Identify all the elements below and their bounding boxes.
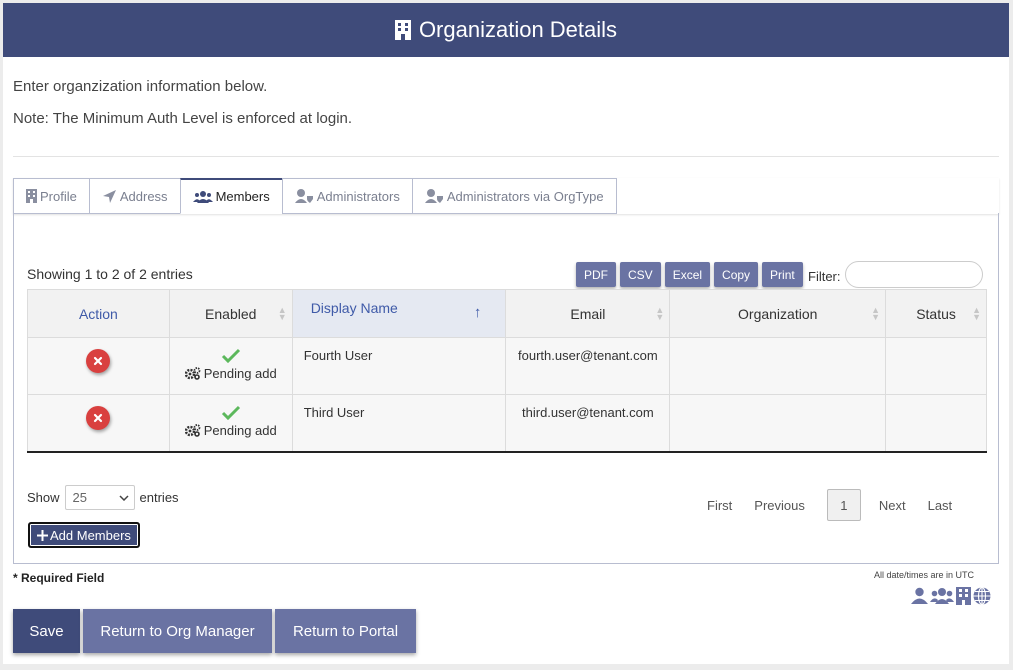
organization-details-panel: Organization Details Enter organzization… <box>3 3 1009 664</box>
entries-label: entries <box>139 490 179 505</box>
sort-icon: ▲ ▼ <box>277 305 287 322</box>
globe-icon <box>973 587 991 605</box>
tab-profile[interactable]: Profile <box>13 178 90 214</box>
column-header-status[interactable]: Status ▲ ▼ <box>885 289 987 338</box>
organization-cell <box>669 337 887 395</box>
tab-administrators-via-orgtype-label: Administrators via OrgType <box>446 188 604 204</box>
filter-label: Filter: <box>808 269 841 284</box>
sort-icon: ▲ ▼ <box>972 305 981 322</box>
column-header-action: Action <box>27 289 170 338</box>
return-to-org-manager-button[interactable]: Return to Org Manager <box>83 609 272 653</box>
add-members-button[interactable]: Add Members <box>28 522 140 548</box>
page-title: Organization Details <box>418 17 618 42</box>
tab-members-label: Members <box>215 189 270 204</box>
email-cell: third.user@tenant.com <box>505 394 671 453</box>
check-icon <box>221 348 240 363</box>
action-cell <box>27 394 170 453</box>
users-icon <box>192 190 213 203</box>
sort-ascending-icon: ↑ <box>473 304 482 321</box>
divider <box>13 156 999 157</box>
legend-icons <box>911 587 991 605</box>
last-page-link[interactable]: Last <box>928 498 953 513</box>
csv-button[interactable]: CSV <box>620 262 661 287</box>
gears-icon <box>184 367 201 380</box>
enabled-cell: Pending add <box>168 394 293 453</box>
previous-page-link[interactable]: Previous <box>754 498 805 513</box>
tab-administrators-via-orgtype[interactable]: Administrators via OrgType <box>411 178 617 214</box>
column-header-display-name[interactable]: Display Name ↑ <box>291 289 507 338</box>
excel-button[interactable]: Excel <box>664 262 711 287</box>
members-table: Action Enabled ▲ ▼ Display Name ↑ Email ▲ ▼ O… <box>27 289 987 453</box>
intro-text: Enter organzization information below. <box>13 78 268 95</box>
print-button[interactable]: Print <box>762 262 803 287</box>
remove-member-button[interactable] <box>86 349 111 373</box>
table-row: Pending add Third User third.user@tenant… <box>27 394 987 453</box>
action-cell <box>27 337 170 395</box>
tab-members[interactable]: Members <box>179 178 283 214</box>
first-page-link[interactable]: First <box>707 498 732 513</box>
tab-bar: Profile Address Members Administrators A… <box>13 178 617 214</box>
pdf-button[interactable]: PDF <box>576 262 616 287</box>
copy-button[interactable]: Copy <box>714 262 759 287</box>
filter-input[interactable] <box>845 261 983 288</box>
check-icon <box>221 405 240 420</box>
table-row: Pending add Fourth User fourth.user@tena… <box>27 337 987 395</box>
user-icon <box>911 587 928 604</box>
user-shield-icon <box>424 189 444 203</box>
building-icon <box>26 189 37 203</box>
gears-icon <box>184 424 201 437</box>
tab-profile-label: Profile <box>40 188 77 204</box>
sort-icon: ▲ ▼ <box>655 305 665 322</box>
status-cell <box>885 394 987 453</box>
sort-icon: ▲ ▼ <box>871 305 881 322</box>
display-name-cell: Fourth User <box>291 337 507 395</box>
page-size-control: Show 25 entries <box>27 485 179 510</box>
chevron-down-icon <box>119 494 129 501</box>
page-header: Organization Details <box>3 3 1009 57</box>
display-name-cell: Third User <box>291 394 507 453</box>
plus-icon <box>37 529 48 541</box>
tab-address[interactable]: Address <box>88 178 181 214</box>
users-icon <box>930 588 954 604</box>
column-header-email[interactable]: Email ▲ ▼ <box>505 289 671 338</box>
tab-administrators-label: Administrators <box>316 188 400 204</box>
required-field-note: * Required Field <box>13 571 105 585</box>
organization-cell <box>669 394 887 453</box>
building-icon <box>956 587 971 605</box>
user-shield-icon <box>294 189 314 203</box>
table-info: Showing 1 to 2 of 2 entries <box>27 266 193 282</box>
email-cell: fourth.user@tenant.com <box>505 337 671 395</box>
auth-note: Note: The Minimum Auth Level is enforced… <box>13 110 353 127</box>
enabled-cell: Pending add <box>168 337 293 395</box>
page-1-button[interactable]: 1 <box>826 489 861 521</box>
utc-note: All date/times are in UTC <box>874 570 975 580</box>
page-size-value: 25 <box>72 490 87 505</box>
building-icon <box>394 20 411 40</box>
pagination: First Previous 1 Next Last <box>707 489 952 521</box>
page-size-select[interactable]: 25 <box>64 485 135 510</box>
status-cell <box>885 337 987 395</box>
members-tab-content: Showing 1 to 2 of 2 entries PDF CSV Exce… <box>13 213 999 564</box>
remove-member-button[interactable] <box>86 406 111 430</box>
close-icon <box>94 413 103 423</box>
status-text: Pending add <box>203 423 277 438</box>
show-label: Show <box>27 490 60 505</box>
next-page-link[interactable]: Next <box>879 498 906 513</box>
location-arrow-icon <box>102 189 117 204</box>
status-text: Pending add <box>203 366 277 381</box>
return-to-portal-button[interactable]: Return to Portal <box>275 609 416 653</box>
tab-administrators[interactable]: Administrators <box>281 178 413 214</box>
close-icon <box>94 356 103 366</box>
add-members-label: Add Members <box>50 527 131 543</box>
column-header-enabled[interactable]: Enabled ▲ ▼ <box>168 289 293 338</box>
export-buttons: PDF CSV Excel Copy Print <box>576 262 803 287</box>
save-button[interactable]: Save <box>13 609 80 653</box>
tab-address-label: Address <box>119 188 168 204</box>
column-header-organization[interactable]: Organization ▲ ▼ <box>669 289 887 338</box>
